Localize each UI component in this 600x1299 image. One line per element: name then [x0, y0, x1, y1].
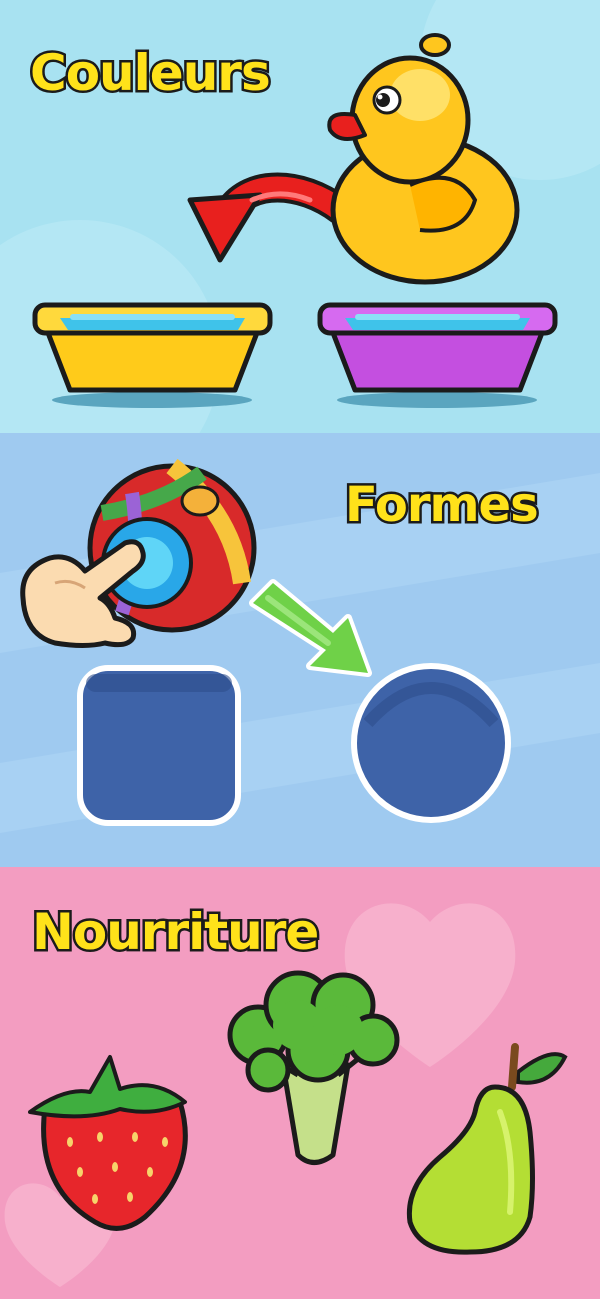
food-panel[interactable]: Nourriture	[0, 867, 600, 1299]
pointing-hand-icon	[20, 539, 146, 648]
colors-title: Couleurs	[28, 44, 274, 102]
circle-slot[interactable]	[348, 663, 518, 828]
broccoli-icon[interactable]	[227, 970, 400, 1175]
colors-panel[interactable]: Couleurs	[0, 0, 600, 433]
purple-basin-icon[interactable]	[315, 290, 560, 410]
yellow-basin-icon[interactable]	[30, 290, 275, 410]
shapes-title: Formes	[343, 477, 542, 533]
square-slot[interactable]	[75, 663, 245, 828]
strawberry-icon[interactable]	[25, 1047, 195, 1232]
shapes-panel[interactable]: Formes	[0, 433, 600, 867]
pear-icon[interactable]	[400, 1042, 570, 1257]
food-title: Nourriture	[29, 903, 321, 961]
duck-icon[interactable]	[325, 33, 525, 285]
